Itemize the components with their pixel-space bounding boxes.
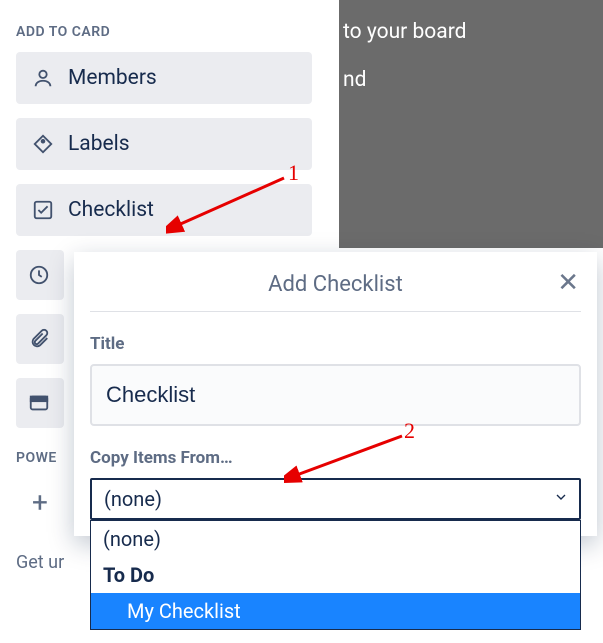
option-none[interactable]: (none) [91,521,580,557]
close-icon[interactable]: ✕ [557,270,579,296]
chevron-down-icon [553,489,569,509]
members-button[interactable]: Members [16,52,312,104]
option-group-todo: To Do [91,557,580,593]
select-value: (none) [104,487,162,511]
checklist-button[interactable]: Checklist [16,184,312,236]
dates-button[interactable] [16,250,64,300]
tag-icon [32,133,54,155]
labels-button[interactable]: Labels [16,118,312,170]
add-power-up-button[interactable]: + [16,478,64,526]
option-my-checklist[interactable]: My Checklist [91,593,580,629]
plus-icon: + [32,486,48,519]
backdrop-text-2: nd [343,68,599,92]
attachment-icon [28,328,50,350]
modal-backdrop: to your board nd [339,0,603,248]
clock-icon [28,264,50,286]
cover-button[interactable] [16,378,64,428]
user-icon [32,67,54,89]
add-checklist-popover: Add Checklist ✕ Title Copy Items From… (… [74,252,597,536]
popover-header: Add Checklist ✕ [90,252,581,312]
copy-from-dropdown: (none) To Do My Checklist [90,520,581,630]
labels-label: Labels [68,132,130,156]
checklist-label: Checklist [68,198,154,222]
attachment-button[interactable] [16,314,64,364]
backdrop-text-1: to your board [343,20,599,44]
copy-from-select[interactable]: (none) (none) To Do My Checklist [90,478,581,520]
members-label: Members [68,66,157,90]
checklist-title-input[interactable] [90,364,581,426]
add-to-card-heading: ADD TO CARD [16,24,323,40]
title-field-label: Title [90,334,581,354]
cover-icon [28,392,50,414]
copy-from-label: Copy Items From… [90,448,581,468]
popover-title: Add Checklist [90,272,581,297]
checklist-icon [32,199,54,221]
